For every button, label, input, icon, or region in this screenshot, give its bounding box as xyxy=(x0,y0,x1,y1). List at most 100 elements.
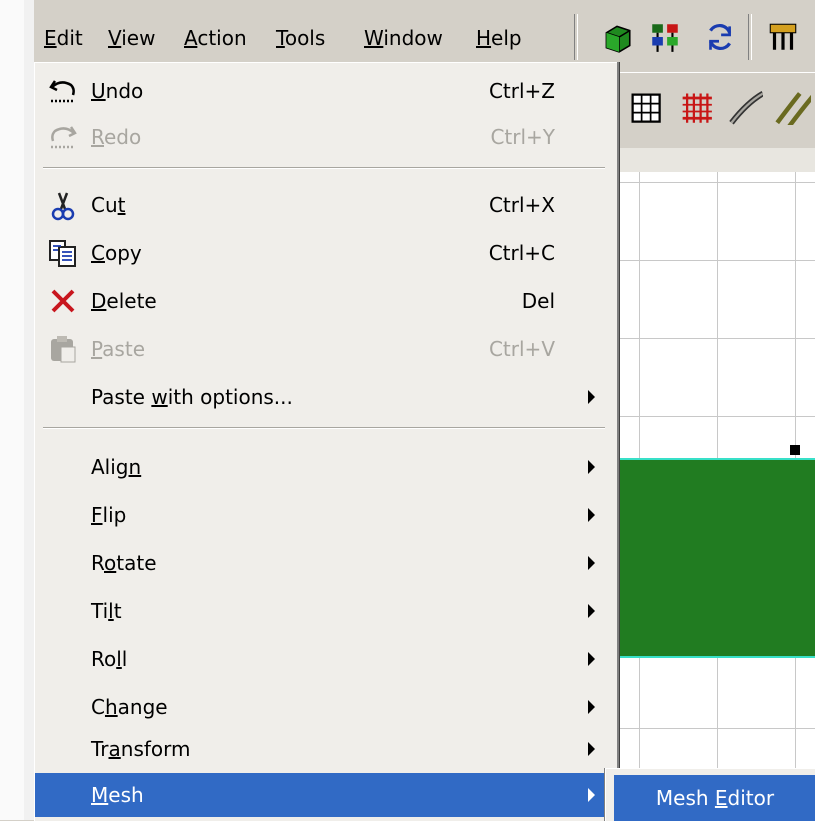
mnemonic-letter: E xyxy=(714,786,728,810)
tree-icon[interactable] xyxy=(648,20,682,54)
mnemonic-letter: R xyxy=(91,125,104,149)
cube-icon[interactable] xyxy=(600,20,634,54)
menu-item-label: Paste xyxy=(91,327,145,371)
menu-item-tilt[interactable]: Tilt xyxy=(35,589,613,633)
menu-tools[interactable]: Tools xyxy=(274,22,327,54)
menu-item-label: Rotate xyxy=(91,541,157,585)
menu-item-change[interactable]: Change xyxy=(35,685,613,729)
menu-item-rotate[interactable]: Rotate xyxy=(35,541,613,585)
label-text: ools xyxy=(284,26,326,50)
menu-item-label: Undo xyxy=(91,69,143,113)
menu-item-transform[interactable]: Transform xyxy=(35,727,613,771)
label-text: aste xyxy=(102,337,145,361)
grid-icon[interactable] xyxy=(627,89,663,125)
green-shape[interactable] xyxy=(615,458,815,658)
menu-item-shortcut: Ctrl+C xyxy=(488,241,555,265)
menu-view[interactable]: View xyxy=(106,22,157,54)
menu-window[interactable]: Window xyxy=(362,22,445,54)
menu-item-label: Align xyxy=(91,445,141,489)
selection-handle[interactable] xyxy=(790,445,800,455)
menu-item-flip[interactable]: Flip xyxy=(35,493,613,537)
mnemonic-letter: U xyxy=(91,79,106,103)
refresh-icon[interactable] xyxy=(702,20,736,54)
redo-icon xyxy=(47,121,79,153)
edit-menu-dropdown: Undo Ctrl+Z Redo Ctrl+Y Cut Ctrl+X Copy Ctrl+C D… xyxy=(34,62,617,821)
label-text: Paste xyxy=(91,385,152,409)
mnemonic-letter: H xyxy=(476,26,492,50)
menu-item-paste-with-options[interactable]: Paste with options... xyxy=(35,375,613,419)
label-text: lip xyxy=(102,503,127,527)
hatch-grid-icon[interactable] xyxy=(677,89,713,125)
label-text: tate xyxy=(116,551,157,575)
mnemonic-letter: C xyxy=(91,241,105,265)
menu-edit[interactable]: Edit xyxy=(42,22,85,54)
label-text: ndo xyxy=(105,79,144,103)
mesh-submenu: Mesh Editor xyxy=(605,768,815,821)
menu-item-redo[interactable]: Redo Ctrl+Y xyxy=(35,115,613,159)
line-tool-icon[interactable] xyxy=(727,89,765,125)
label-text: C xyxy=(91,695,105,719)
label-text: ction xyxy=(197,26,247,50)
label-text: Ro xyxy=(91,647,117,671)
menu-item-copy[interactable]: Copy Ctrl+C xyxy=(35,231,613,275)
mnemonic-letter: o xyxy=(104,551,117,575)
drawing-canvas[interactable] xyxy=(615,172,815,820)
mnemonic-letter: W xyxy=(364,26,384,50)
label-text: Mesh xyxy=(655,786,715,810)
mnemonic-letter: T xyxy=(276,26,285,50)
menu-item-align[interactable]: Align xyxy=(35,445,613,489)
menu-separator xyxy=(43,167,605,169)
menu-item-label: Flip xyxy=(91,493,126,537)
label-text: iew xyxy=(121,26,156,50)
submenu-arrow-icon xyxy=(588,460,595,474)
submenu-arrow-icon xyxy=(588,604,595,618)
label-text: opy xyxy=(104,241,142,265)
label-text: indow xyxy=(383,26,443,50)
menu-item-label: Copy xyxy=(91,231,142,275)
label-text: ditor xyxy=(727,786,775,810)
menu-item-label: Roll xyxy=(91,637,127,681)
label-text: edo xyxy=(104,125,142,149)
menu-item-delete[interactable]: Delete Del xyxy=(35,279,613,323)
label-text: dit xyxy=(56,26,83,50)
tool-icon[interactable] xyxy=(766,20,800,54)
label-text: t xyxy=(113,599,122,623)
menu-item-label: Mesh xyxy=(91,773,144,817)
toolbar-separator xyxy=(574,14,578,60)
menu-item-label: Cut xyxy=(91,183,125,227)
toolbar-strip xyxy=(615,148,815,173)
label-text: Alig xyxy=(91,455,129,479)
label-text: elp xyxy=(491,26,522,50)
secondary-toolbar xyxy=(615,72,815,149)
menu-item-paste[interactable]: Paste Ctrl+V xyxy=(35,327,613,371)
mnemonic-letter: t xyxy=(117,193,126,217)
mnemonic-letter: V xyxy=(108,26,122,50)
window-frame-left xyxy=(0,0,24,820)
mnemonic-letter: D xyxy=(91,289,107,313)
double-line-tool-icon[interactable] xyxy=(775,89,815,129)
label-text: Cu xyxy=(91,193,118,217)
menu-item-label: Paste with options... xyxy=(91,375,293,419)
mnemonic-letter: n xyxy=(128,455,142,479)
menu-help[interactable]: Help xyxy=(474,22,524,54)
menu-item-shortcut: Ctrl+V xyxy=(488,337,555,361)
mnemonic-letter: E xyxy=(44,26,57,50)
menu-item-undo[interactable]: Undo Ctrl+Z xyxy=(35,69,613,113)
menu-item-label: Tilt xyxy=(91,589,122,633)
menu-item-roll[interactable]: Roll xyxy=(35,637,613,681)
menu-item-mesh[interactable]: Mesh xyxy=(35,773,613,817)
toolbar-separator xyxy=(748,14,752,60)
label-text: esh xyxy=(108,783,144,807)
label-text: l xyxy=(121,647,128,671)
submenu-arrow-icon xyxy=(588,788,595,802)
menu-action[interactable]: Action xyxy=(182,22,249,54)
label-text: R xyxy=(91,551,104,575)
menu-item-label: Transform xyxy=(91,727,191,771)
mesh-editor-item[interactable]: Mesh Editor xyxy=(614,775,815,821)
mnemonic-letter: P xyxy=(91,337,103,361)
menu-item-shortcut: Ctrl+X xyxy=(488,193,555,217)
menu-item-cut[interactable]: Cut Ctrl+X xyxy=(35,183,613,227)
delete-icon xyxy=(47,285,79,317)
menu-item-shortcut: Ctrl+Z xyxy=(488,79,555,103)
menu-separator xyxy=(43,427,605,429)
